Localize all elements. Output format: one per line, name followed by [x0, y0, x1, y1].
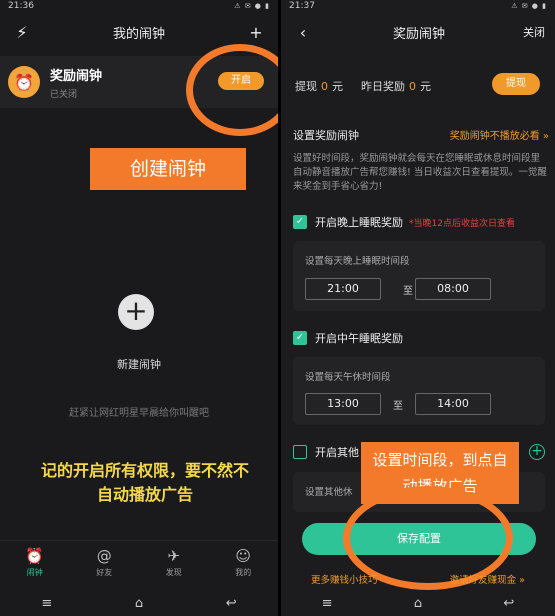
tab-discover[interactable]: ✈ 发现 [149, 547, 199, 578]
noon-end-field[interactable]: 14:00 [415, 393, 491, 415]
new-alarm-plus-icon[interactable]: + [118, 294, 154, 330]
tab-label: 好友 [96, 568, 113, 577]
menu-icon[interactable]: ≡ [322, 596, 333, 611]
unit: 元 [332, 80, 343, 93]
time-separator: 至 [393, 401, 403, 412]
tab-alarm[interactable]: ⏰ 闹钟 [10, 547, 60, 578]
night-end-field[interactable]: 08:00 [415, 278, 491, 300]
status-bar: 21:37 ⚠ ✉ ● ▮ [281, 0, 555, 12]
status-icons: ⚠ ✉ ● ▮ [511, 2, 547, 10]
yesterday-label: 昨日奖励 [361, 80, 405, 93]
alarm-tab-icon: ⏰ [25, 547, 45, 565]
add-alarm-icon[interactable]: + [244, 23, 268, 42]
other-reward-row[interactable]: 开启其他 [293, 444, 359, 460]
other-reward-label: 开启其他 [315, 446, 359, 459]
home-icon[interactable]: ⌂ [414, 596, 422, 611]
home-icon[interactable]: ⌂ [135, 596, 143, 611]
checkbox-checked-icon[interactable]: ✓ [293, 331, 307, 345]
tab-label: 闹钟 [26, 568, 43, 577]
add-period-icon[interactable]: + [529, 444, 545, 460]
back-nav-icon[interactable]: ↩ [503, 596, 514, 611]
section-header: 设置奖励闹钟 奖励闹钟不播放必看 » [293, 127, 549, 143]
power-icon[interactable]: ⚡ [10, 23, 34, 42]
night-start-field[interactable]: 21:00 [305, 278, 381, 300]
more-tips-link[interactable]: 更多赚钱小技巧 [311, 572, 378, 586]
noon-reward-row[interactable]: ✓ 开启中午睡眠奖励 [293, 330, 403, 346]
close-button[interactable]: 关闭 [523, 24, 545, 40]
withdraw-label: 提现 [295, 80, 317, 93]
other-time-label: 设置其他休 [305, 487, 353, 498]
status-time: 21:36 [8, 1, 34, 11]
friends-tab-icon: @ [96, 547, 112, 565]
night-reward-label: 开启晚上睡眠奖励 [315, 216, 403, 229]
noon-start-field[interactable]: 13:00 [305, 393, 381, 415]
profile-tab-icon: ☺ [235, 547, 252, 565]
withdraw-button[interactable]: 提现 [492, 73, 540, 95]
page-title: 奖励闹钟 [392, 26, 445, 42]
annotation-create-alarm: 创建闹钟 [90, 148, 246, 190]
status-bar: 21:36 ⚠ ✉ ● ▮ [0, 0, 278, 12]
left-screen: 21:36 ⚠ ✉ ● ▮ ⚡ 我的闹钟 + ⏰ 奖励闹钟 已关闭 开启 创建闹… [0, 0, 278, 616]
tab-label: 我的 [235, 568, 252, 577]
time-separator: 至 [403, 286, 413, 297]
status-icons: ⚠ ✉ ● ▮ [234, 2, 270, 10]
discover-tab-icon: ✈ [167, 547, 181, 565]
page-title: 我的闹钟 [112, 26, 165, 42]
status-time: 21:37 [289, 1, 315, 11]
back-icon[interactable]: ‹ [291, 23, 315, 42]
tab-mine[interactable]: ☺ 我的 [218, 547, 268, 578]
header: ‹ 奖励闹钟 关闭 [281, 12, 555, 52]
unit: 元 [420, 80, 431, 93]
noon-time-box: 设置每天午休时间段 13:00 至 14:00 [293, 357, 545, 425]
empty-hint: 赶紧让网红明星早晨给你叫醒吧 [69, 408, 209, 419]
guide-link[interactable]: 奖励闹钟不播放必看 » [450, 127, 549, 143]
withdraw-value: 0 [321, 79, 328, 93]
noon-time-label: 设置每天午休时间段 [305, 372, 391, 383]
noon-reward-label: 开启中午睡眠奖励 [315, 332, 403, 345]
back-nav-icon[interactable]: ↩ [226, 596, 237, 611]
tab-bar: ⏰ 闹钟 @ 好友 ✈ 发现 ☺ 我的 [0, 540, 278, 584]
annotation-circle [186, 44, 278, 136]
tab-friends[interactable]: @ 好友 [79, 547, 129, 578]
system-nav-bar: ≡ ⌂ ↩ [281, 590, 555, 616]
night-reward-note: *当晚12点后收益次日查看 [409, 218, 515, 229]
permission-note: 记的开启所有权限，要不然不自动播放广告 [40, 461, 249, 504]
description: 设置好时间段，奖励闹钟就会每天在您睡眠或休息时间段里自动静音播放广告帮您赚钱! … [293, 153, 547, 192]
alarm-name: 奖励闹钟 [50, 68, 103, 84]
system-nav-bar: ≡ ⌂ ↩ [0, 590, 278, 616]
alarm-clock-icon: ⏰ [8, 66, 40, 98]
checkbox-unchecked-icon[interactable] [293, 445, 307, 459]
right-screen: 21:37 ⚠ ✉ ● ▮ ‹ 奖励闹钟 关闭 提现 0 元 昨日奖励 0 元 … [281, 0, 555, 616]
night-reward-row[interactable]: ✓ 开启晚上睡眠奖励 *当晚12点后收益次日查看 [293, 214, 515, 230]
invite-friends-link[interactable]: 邀请好友赚现金 » [450, 572, 525, 586]
tab-label: 发现 [165, 568, 182, 577]
new-alarm-label[interactable]: 新建闹钟 [0, 356, 278, 372]
section-title: 设置奖励闹钟 [293, 129, 359, 142]
menu-icon[interactable]: ≡ [41, 596, 52, 611]
night-time-box: 设置每天晚上睡眠时间段 21:00 至 08:00 [293, 241, 545, 311]
alarm-status: 已关闭 [50, 89, 78, 100]
yesterday-value: 0 [409, 79, 416, 93]
checkbox-checked-icon[interactable]: ✓ [293, 215, 307, 229]
night-time-label: 设置每天晚上睡眠时间段 [305, 256, 410, 267]
bottom-links: 更多赚钱小技巧 邀请好友赚现金 » [281, 572, 555, 586]
